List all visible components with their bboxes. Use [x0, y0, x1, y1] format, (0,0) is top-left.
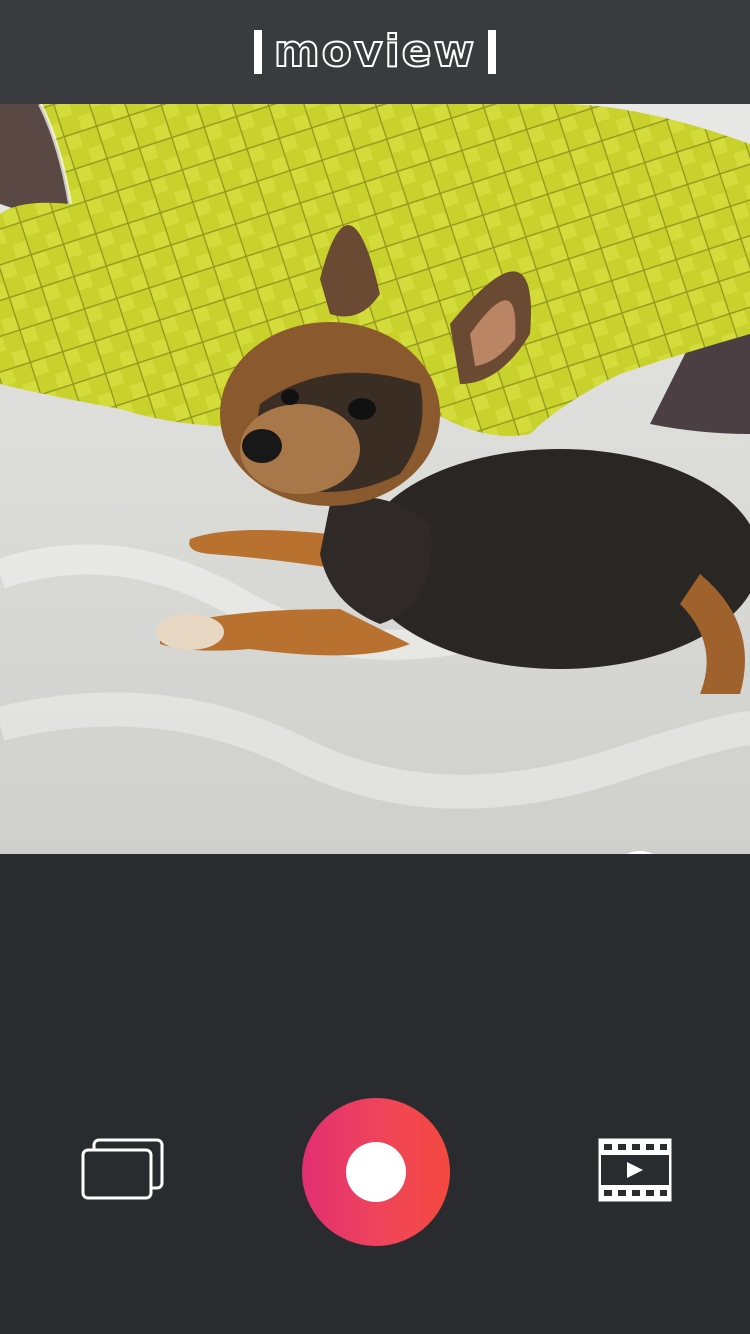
app-logo: moview: [253, 26, 497, 77]
gallery-button[interactable]: [80, 1138, 166, 1202]
logo-bar-left: [253, 30, 262, 74]
video-list-button[interactable]: [598, 1138, 672, 1202]
gallery-icon: [81, 1138, 164, 1200]
camera-preview[interactable]: [0, 104, 750, 854]
record-icon: [346, 1142, 406, 1202]
dog-photo: [0, 104, 750, 854]
logo-bar-right: [488, 30, 497, 74]
logo-text: moview: [273, 26, 477, 77]
record-button[interactable]: [302, 1098, 450, 1246]
film-icon: [598, 1138, 672, 1202]
app-header: moview: [0, 0, 750, 104]
capture-controls: [0, 854, 750, 1334]
flip-camera-button[interactable]: [598, 844, 682, 854]
